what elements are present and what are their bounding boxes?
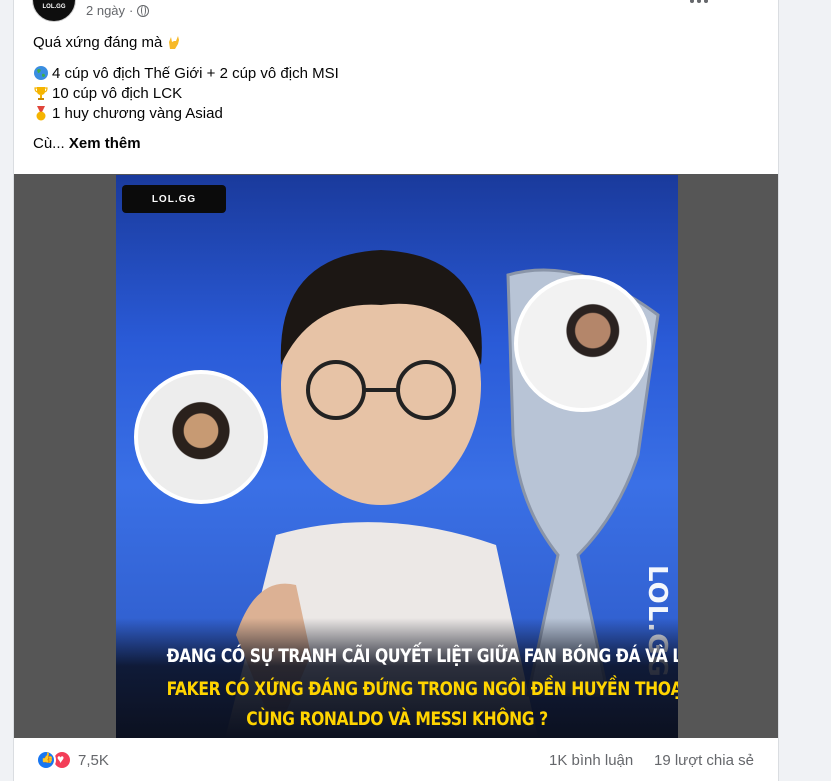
page-background-right [779, 0, 831, 781]
post-line-4: 1 huy chương vàng Asiad [33, 104, 753, 124]
post-line-5: Cù... Xem thêm [33, 134, 753, 154]
post-text: Quá xứng đáng mà 4 cúp vô địch Thế Giới … [33, 33, 753, 154]
rock-hand-icon [169, 36, 180, 49]
share-count[interactable]: 19 lượt chia sẻ [654, 752, 754, 769]
post-card: LOL.GG 2 ngày · Quá xứng đáng mà 4 cúp v… [13, 0, 779, 781]
caption-line-1: ĐANG CÓ SỰ TRANH CÃI QUYẾT LIỆT GIỮA FAN… [166, 645, 678, 667]
post-line-text: 10 cúp vô địch LCK [52, 85, 183, 102]
post-footer: 7,5K 1K bình luận 19 lượt chia sẻ [14, 738, 778, 781]
post-line-1: Quá xứng đáng mà [33, 33, 753, 53]
reaction-count[interactable]: 7,5K [78, 752, 109, 769]
watermark-badge: LOL.GG [122, 185, 226, 213]
gold-medal-icon [36, 106, 46, 121]
trophy-icon [34, 87, 48, 100]
see-more-link[interactable]: Xem thêm [69, 135, 141, 152]
globe-emoji-icon [34, 66, 48, 80]
caption-line-2: FAKER CÓ XỨNG ĐÁNG ĐỨNG TRONG NGÔI ĐỀN H… [166, 678, 678, 700]
post-line-text: 4 cúp vô địch Thế Giới + 2 cúp vô địch M… [52, 65, 339, 82]
post-media[interactable]: LOL.GG LOL.GG ĐANG CÓ SỰ TRANH CÃI QUYẾT… [14, 174, 778, 738]
truncated-text: Cù... [33, 135, 65, 152]
messi-circle-image [134, 370, 268, 504]
meta-separator: · [129, 3, 134, 18]
post-line-3: 10 cúp vô địch LCK [33, 84, 753, 104]
post-line-text: 1 huy chương vàng Asiad [52, 105, 223, 122]
avatar-logo-text: LOL.GG [42, 4, 66, 10]
like-reaction-icon [36, 750, 56, 770]
post-line-2: 4 cúp vô địch Thế Giới + 2 cúp vô địch M… [33, 64, 753, 84]
post-line-text: Quá xứng đáng mà [33, 34, 163, 51]
post-photo[interactable]: LOL.GG LOL.GG ĐANG CÓ SỰ TRANH CÃI QUYẾT… [116, 175, 678, 738]
globe-icon[interactable] [137, 4, 150, 17]
page-avatar[interactable]: LOL.GG [32, 0, 76, 22]
post-header: LOL.GG 2 ngày · [32, 0, 762, 22]
post-time[interactable]: 2 ngày [86, 3, 125, 18]
post-meta: 2 ngày · [86, 3, 150, 18]
caption-line-3: CÙNG RONALDO VÀ MESSI KHÔNG ? [246, 708, 548, 730]
reaction-summary[interactable]: 7,5K [36, 750, 109, 770]
ronaldo-circle-image [514, 275, 651, 412]
comment-count[interactable]: 1K bình luận [549, 752, 633, 769]
